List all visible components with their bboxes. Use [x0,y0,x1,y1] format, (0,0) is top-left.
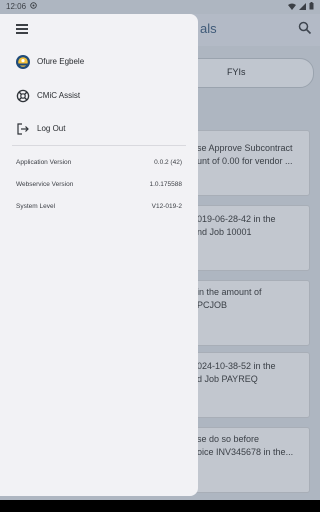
list-item-line: 024-10-38-52 in the [197,361,276,371]
info-value: 1.0.175588 [149,181,182,188]
menu-icon[interactable] [16,24,28,34]
system-navigation-bar [0,500,320,512]
status-bar: 12:06 [0,0,320,14]
navigation-drawer: Ofure Egbele CMiC Assist Log Out Applica… [0,14,198,496]
page-title: als [200,21,217,36]
status-icons [287,2,314,12]
drawer-divider [12,145,186,146]
list-item-line: PCJOB [197,300,228,310]
search-icon[interactable] [298,21,312,35]
screen: 12:06 als FYIs se Approve Subcontract un… [0,0,320,500]
info-key: Application Version [16,159,72,166]
drawer-item-label: Ofure Egbele [37,57,85,66]
notification-icon [30,2,37,11]
info-key: Webservice Version [16,181,74,188]
battery-icon [309,2,314,10]
list-item-line: nd Job 10001 [197,227,252,237]
list-item-line: in the amount of [197,287,262,297]
list-item-line: se do so before [197,434,260,444]
wifi-icon [287,3,296,10]
info-value: V12-019-2 [151,203,182,210]
list-item-line: oice INV345678 in the... [197,447,294,457]
drawer-item-label: Log Out [37,124,66,133]
list-item-line: unt of 0.00 for vendor ... [197,156,293,166]
status-time: 12:06 [6,2,27,11]
drawer-item-label: CMiC Assist [37,91,81,100]
drawer-item-logout[interactable]: Log Out [16,120,186,138]
list-item-line: d Job PAYREQ [197,374,258,384]
list-item-line: 019-06-28-42 in the [197,214,276,224]
avatar-icon [16,55,30,69]
signal-icon [298,3,306,10]
info-key: System Level [16,203,56,210]
tab-fyis-label: FYIs [227,67,246,77]
info-value: 0.0.2 (42) [154,159,182,166]
logout-icon [16,122,30,136]
drawer-item-profile[interactable]: Ofure Egbele [16,53,186,71]
list-item-line: se Approve Subcontract [197,143,293,153]
lifebuoy-icon [16,89,30,103]
drawer-item-cmic-assist[interactable]: CMiC Assist [16,87,186,105]
